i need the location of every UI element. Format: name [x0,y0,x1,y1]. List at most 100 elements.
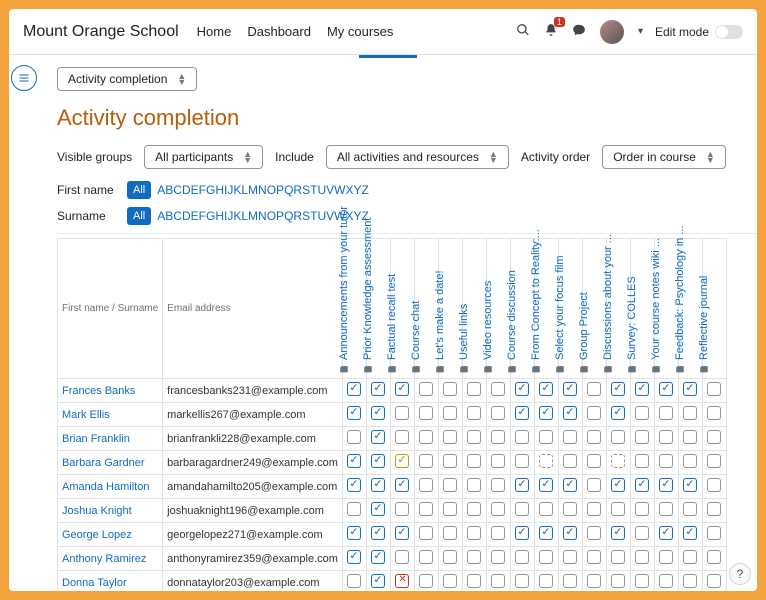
completion-cell[interactable] [630,523,654,547]
completion-cell[interactable] [414,379,438,403]
completion-cell[interactable] [678,403,702,427]
completion-cell[interactable] [438,523,462,547]
messages-icon[interactable] [572,23,586,40]
completion-cell[interactable] [414,499,438,523]
completion-cell[interactable] [366,499,390,523]
course-index-toggle[interactable] [11,65,37,91]
completion-cell[interactable] [606,523,630,547]
completion-cell[interactable] [558,547,582,571]
completion-cell[interactable] [414,547,438,571]
completion-cell[interactable] [606,451,630,475]
completion-cell[interactable] [678,547,702,571]
letter-Q[interactable]: Q [284,209,293,223]
letter-D[interactable]: D [182,209,191,223]
completion-cell[interactable] [678,451,702,475]
col-email-header[interactable]: Email address [163,239,343,379]
letter-C[interactable]: C [173,209,182,223]
surname-all[interactable]: All [127,207,151,225]
letter-S[interactable]: S [302,183,310,197]
completion-cell[interactable] [462,427,486,451]
completion-cell[interactable] [342,523,366,547]
letter-N[interactable]: N [258,183,267,197]
completion-cell[interactable] [606,475,630,499]
chevron-down-icon[interactable]: ▾ [638,26,643,37]
completion-cell[interactable] [438,499,462,523]
completion-cell[interactable] [510,499,534,523]
completion-cell[interactable] [630,451,654,475]
completion-cell[interactable] [342,499,366,523]
completion-cell[interactable] [654,427,678,451]
include-select[interactable]: All activities and resources▲▼ [326,145,509,169]
completion-cell[interactable] [582,523,606,547]
completion-cell[interactable] [342,379,366,403]
letter-O[interactable]: O [267,183,276,197]
site-brand[interactable]: Mount Orange School [23,23,179,41]
completion-cell[interactable] [702,547,726,571]
nav-mycourses[interactable]: My courses [327,24,393,39]
completion-cell[interactable] [534,427,558,451]
letter-O[interactable]: O [267,209,276,223]
student-link[interactable]: Barbara Gardner [62,457,145,469]
completion-cell[interactable] [534,379,558,403]
completion-cell[interactable] [438,379,462,403]
completion-cell[interactable] [582,499,606,523]
completion-cell[interactable] [462,379,486,403]
completion-cell[interactable] [414,451,438,475]
nav-home[interactable]: Home [197,24,232,39]
completion-cell[interactable] [558,451,582,475]
completion-cell[interactable] [390,379,414,403]
letter-F[interactable]: F [199,183,206,197]
letter-U[interactable]: U [317,183,326,197]
completion-cell[interactable] [558,379,582,403]
letter-H[interactable]: H [215,183,224,197]
completion-cell[interactable] [390,499,414,523]
completion-cell[interactable] [654,523,678,547]
completion-cell[interactable] [486,547,510,571]
completion-cell[interactable] [702,403,726,427]
completion-cell[interactable] [606,403,630,427]
completion-cell[interactable] [438,475,462,499]
letter-N[interactable]: N [258,209,267,223]
completion-cell[interactable] [342,475,366,499]
completion-cell[interactable] [534,499,558,523]
completion-cell[interactable] [438,427,462,451]
letter-U[interactable]: U [317,209,326,223]
edit-mode-toggle[interactable] [715,25,743,39]
completion-cell[interactable] [462,403,486,427]
completion-cell[interactable] [486,499,510,523]
completion-cell[interactable] [534,523,558,547]
completion-cell[interactable] [702,475,726,499]
letter-V[interactable]: V [326,209,334,223]
completion-cell[interactable] [702,523,726,547]
student-link[interactable]: Brian Franklin [62,433,130,445]
completion-cell[interactable] [558,523,582,547]
completion-cell[interactable] [462,571,486,592]
completion-cell[interactable] [510,523,534,547]
completion-cell[interactable] [486,403,510,427]
completion-cell[interactable] [630,547,654,571]
completion-cell[interactable] [702,571,726,592]
completion-cell[interactable] [654,451,678,475]
completion-cell[interactable] [510,451,534,475]
completion-cell[interactable] [342,403,366,427]
completion-cell[interactable] [606,571,630,592]
completion-cell[interactable] [366,403,390,427]
letter-M[interactable]: M [248,183,258,197]
letter-Z[interactable]: Z [361,183,368,197]
letter-R[interactable]: R [293,183,302,197]
letter-E[interactable]: E [191,183,199,197]
completion-cell[interactable] [558,427,582,451]
completion-cell[interactable] [678,379,702,403]
completion-cell[interactable] [678,427,702,451]
completion-cell[interactable] [510,427,534,451]
completion-cell[interactable] [558,475,582,499]
completion-cell[interactable] [414,571,438,592]
completion-cell[interactable] [510,403,534,427]
completion-cell[interactable] [390,571,414,592]
completion-cell[interactable] [366,571,390,592]
completion-cell[interactable] [366,475,390,499]
completion-cell[interactable] [654,379,678,403]
letter-W[interactable]: W [334,183,345,197]
completion-cell[interactable] [582,427,606,451]
student-link[interactable]: Amanda Hamilton [62,481,149,493]
